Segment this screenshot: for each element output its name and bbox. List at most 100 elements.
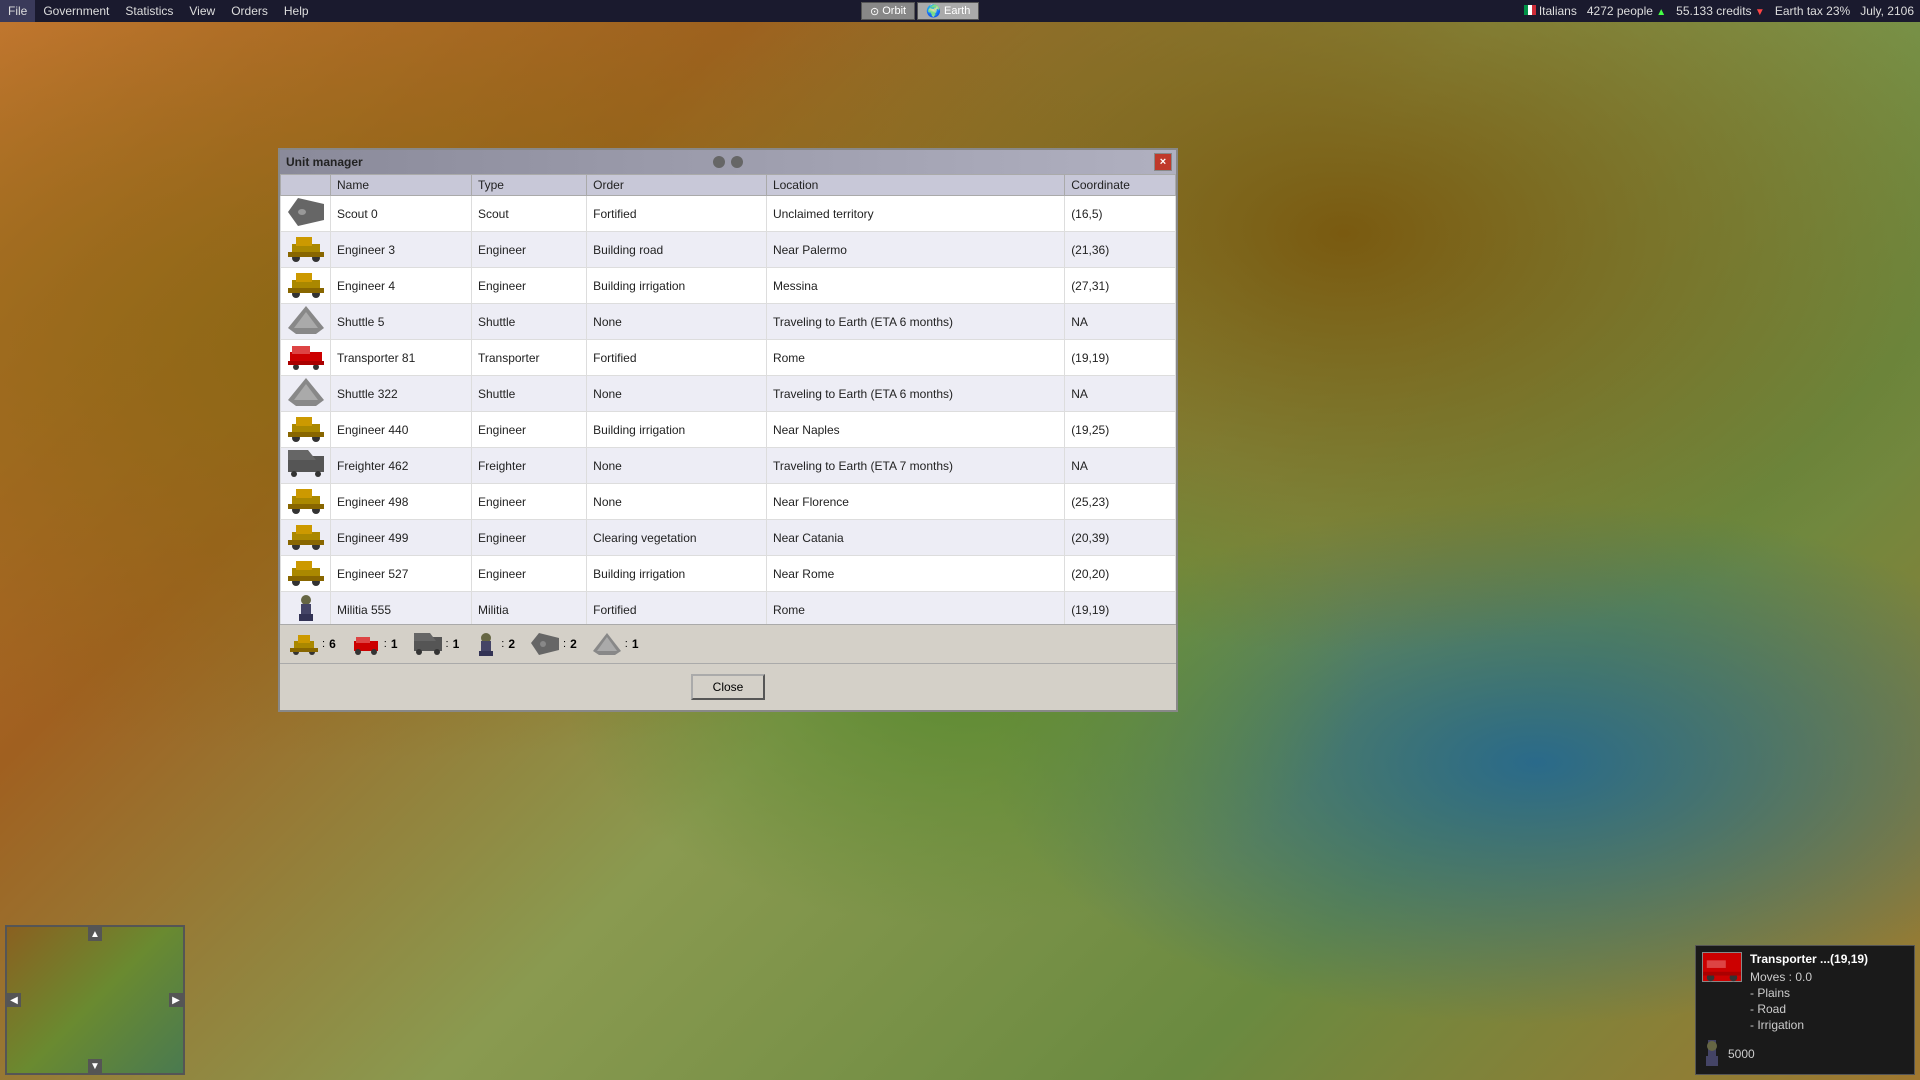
menu-orders[interactable]: Orders [223, 0, 276, 22]
dialog-title: Unit manager [286, 155, 363, 169]
unit-icon-cell [281, 412, 331, 448]
unit-value: 5000 [1728, 1047, 1755, 1061]
nav-up-arrow[interactable]: ▲ [88, 927, 102, 941]
unit-location-cell: Near Palermo [766, 232, 1064, 268]
unit-order-cell: Fortified [587, 592, 767, 625]
unit-type-cell: Engineer [471, 520, 586, 556]
unit-terrain2: - Road [1750, 1002, 1868, 1016]
unit-icon-cell [281, 448, 331, 484]
unit-coordinate-cell: (27,31) [1065, 268, 1176, 304]
unit-table-scroll[interactable]: Name Type Order Location Coordinate Scou… [280, 174, 1176, 624]
unit-name-cell: Freighter 462 [331, 448, 472, 484]
nav-down-arrow[interactable]: ▼ [88, 1059, 102, 1073]
table-row[interactable]: Militia 555 Militia Fortified Rome (19,1… [281, 592, 1176, 625]
unit-coordinate-cell: (21,36) [1065, 232, 1176, 268]
unit-icon-cell [281, 484, 331, 520]
unit-coordinate-cell: (16,5) [1065, 196, 1176, 232]
col-name[interactable]: Name [331, 175, 472, 196]
unit-name-cell: Scout 0 [331, 196, 472, 232]
unit-type-cell: Shuttle [471, 376, 586, 412]
table-row[interactable]: Engineer 3 Engineer Building road Near P… [281, 232, 1176, 268]
menu-file[interactable]: File [0, 0, 35, 22]
unit-type-cell: Engineer [471, 412, 586, 448]
summary-scout: : 2 [531, 633, 577, 655]
table-row[interactable]: Transporter 81 Transporter Fortified Rom… [281, 340, 1176, 376]
summary-bar: : 6 : 1 : 1 [280, 624, 1176, 663]
unit-name: Transporter ...(19,19) [1750, 952, 1868, 966]
table-row[interactable]: Engineer 527 Engineer Building irrigatio… [281, 556, 1176, 592]
unit-order-cell: Fortified [587, 196, 767, 232]
unit-coordinate-cell: (19,19) [1065, 340, 1176, 376]
militia-summary-icon [475, 631, 497, 657]
transporter-summary-icon [352, 633, 380, 655]
summary-shuttle: : 1 [593, 633, 639, 655]
people-trend-icon: ▲ [1656, 7, 1666, 18]
col-type[interactable]: Type [471, 175, 586, 196]
unit-type-cell: Militia [471, 592, 586, 625]
close-button[interactable]: Close [691, 674, 766, 700]
unit-location-cell: Unclaimed territory [766, 196, 1064, 232]
unit-sprite [1702, 952, 1742, 982]
earth-button[interactable]: 🌍 Earth [917, 2, 979, 20]
table-row[interactable]: Engineer 498 Engineer None Near Florence… [281, 484, 1176, 520]
menu-view[interactable]: View [181, 0, 223, 22]
close-dialog-button[interactable]: × [1154, 153, 1172, 171]
unit-coordinate-cell: (19,25) [1065, 412, 1176, 448]
unit-coordinate-cell: NA [1065, 448, 1176, 484]
table-row[interactable]: Freighter 462 Freighter None Traveling t… [281, 448, 1176, 484]
credits-trend-icon: ▼ [1755, 7, 1765, 18]
flag-icon [1524, 4, 1536, 18]
unit-location-cell: Near Naples [766, 412, 1064, 448]
nav-right-arrow[interactable]: ▶ [169, 993, 183, 1007]
people-count: 4272 people ▲ [1587, 4, 1666, 18]
unit-name-cell: Transporter 81 [331, 340, 472, 376]
unit-location-cell: Near Rome [766, 556, 1064, 592]
table-row[interactable]: Engineer 4 Engineer Building irrigation … [281, 268, 1176, 304]
table-row[interactable]: Engineer 499 Engineer Clearing vegetatio… [281, 520, 1176, 556]
unit-icon-cell [281, 232, 331, 268]
nav-left-arrow[interactable]: ◀ [7, 993, 21, 1007]
unit-order-cell: Building irrigation [587, 412, 767, 448]
unit-order-cell: Building irrigation [587, 268, 767, 304]
freighter-count: 1 [453, 637, 460, 651]
table-row[interactable]: Scout 0 Scout Fortified Unclaimed territ… [281, 196, 1176, 232]
menu-government[interactable]: Government [35, 0, 117, 22]
unit-type-cell: Engineer [471, 268, 586, 304]
table-row[interactable]: Engineer 440 Engineer Building irrigatio… [281, 412, 1176, 448]
menu-help[interactable]: Help [276, 0, 317, 22]
unit-icon-cell [281, 376, 331, 412]
col-location[interactable]: Location [766, 175, 1064, 196]
unit-name-cell: Shuttle 322 [331, 376, 472, 412]
militia-count: 2 [508, 637, 515, 651]
earth-tax-display: Earth tax 23% [1775, 4, 1850, 18]
unit-location-cell: Traveling to Earth (ETA 7 months) [766, 448, 1064, 484]
unit-name-cell: Engineer 499 [331, 520, 472, 556]
unit-order-cell: Building irrigation [587, 556, 767, 592]
unit-coordinate-cell: (20,20) [1065, 556, 1176, 592]
unit-icon-cell [281, 556, 331, 592]
unit-icon-cell [281, 268, 331, 304]
transporter-count: 1 [391, 637, 398, 651]
orbit-button[interactable]: ⊙ Orbit [861, 2, 915, 20]
mini-map[interactable]: ▲ ▼ ◀ ▶ [5, 925, 185, 1075]
table-row[interactable]: Shuttle 322 Shuttle None Traveling to Ea… [281, 376, 1176, 412]
unit-type-cell: Engineer [471, 232, 586, 268]
earth-icon: 🌍 [926, 4, 941, 18]
unit-terrain3: - Irrigation [1750, 1018, 1868, 1032]
menu-statistics[interactable]: Statistics [117, 0, 181, 22]
col-coordinate[interactable]: Coordinate [1065, 175, 1176, 196]
unit-name-cell: Militia 555 [331, 592, 472, 625]
unit-name-cell: Engineer 4 [331, 268, 472, 304]
italians-status: Italians [1524, 4, 1577, 18]
unit-name-cell: Engineer 440 [331, 412, 472, 448]
unit-coordinate-cell: NA [1065, 304, 1176, 340]
status-bar: Italians 4272 people ▲ 55.133 credits ▼ … [1524, 4, 1920, 18]
unit-type-cell: Transporter [471, 340, 586, 376]
unit-name-cell: Engineer 3 [331, 232, 472, 268]
date-display: July, 2106 [1860, 4, 1914, 18]
col-order[interactable]: Order [587, 175, 767, 196]
unit-info-panel: Transporter ...(19,19) Moves : 0.0 - Pla… [1695, 945, 1915, 1075]
table-row[interactable]: Shuttle 5 Shuttle None Traveling to Eart… [281, 304, 1176, 340]
scout-summary-icon [531, 633, 559, 655]
summary-transporter: : 1 [352, 633, 398, 655]
